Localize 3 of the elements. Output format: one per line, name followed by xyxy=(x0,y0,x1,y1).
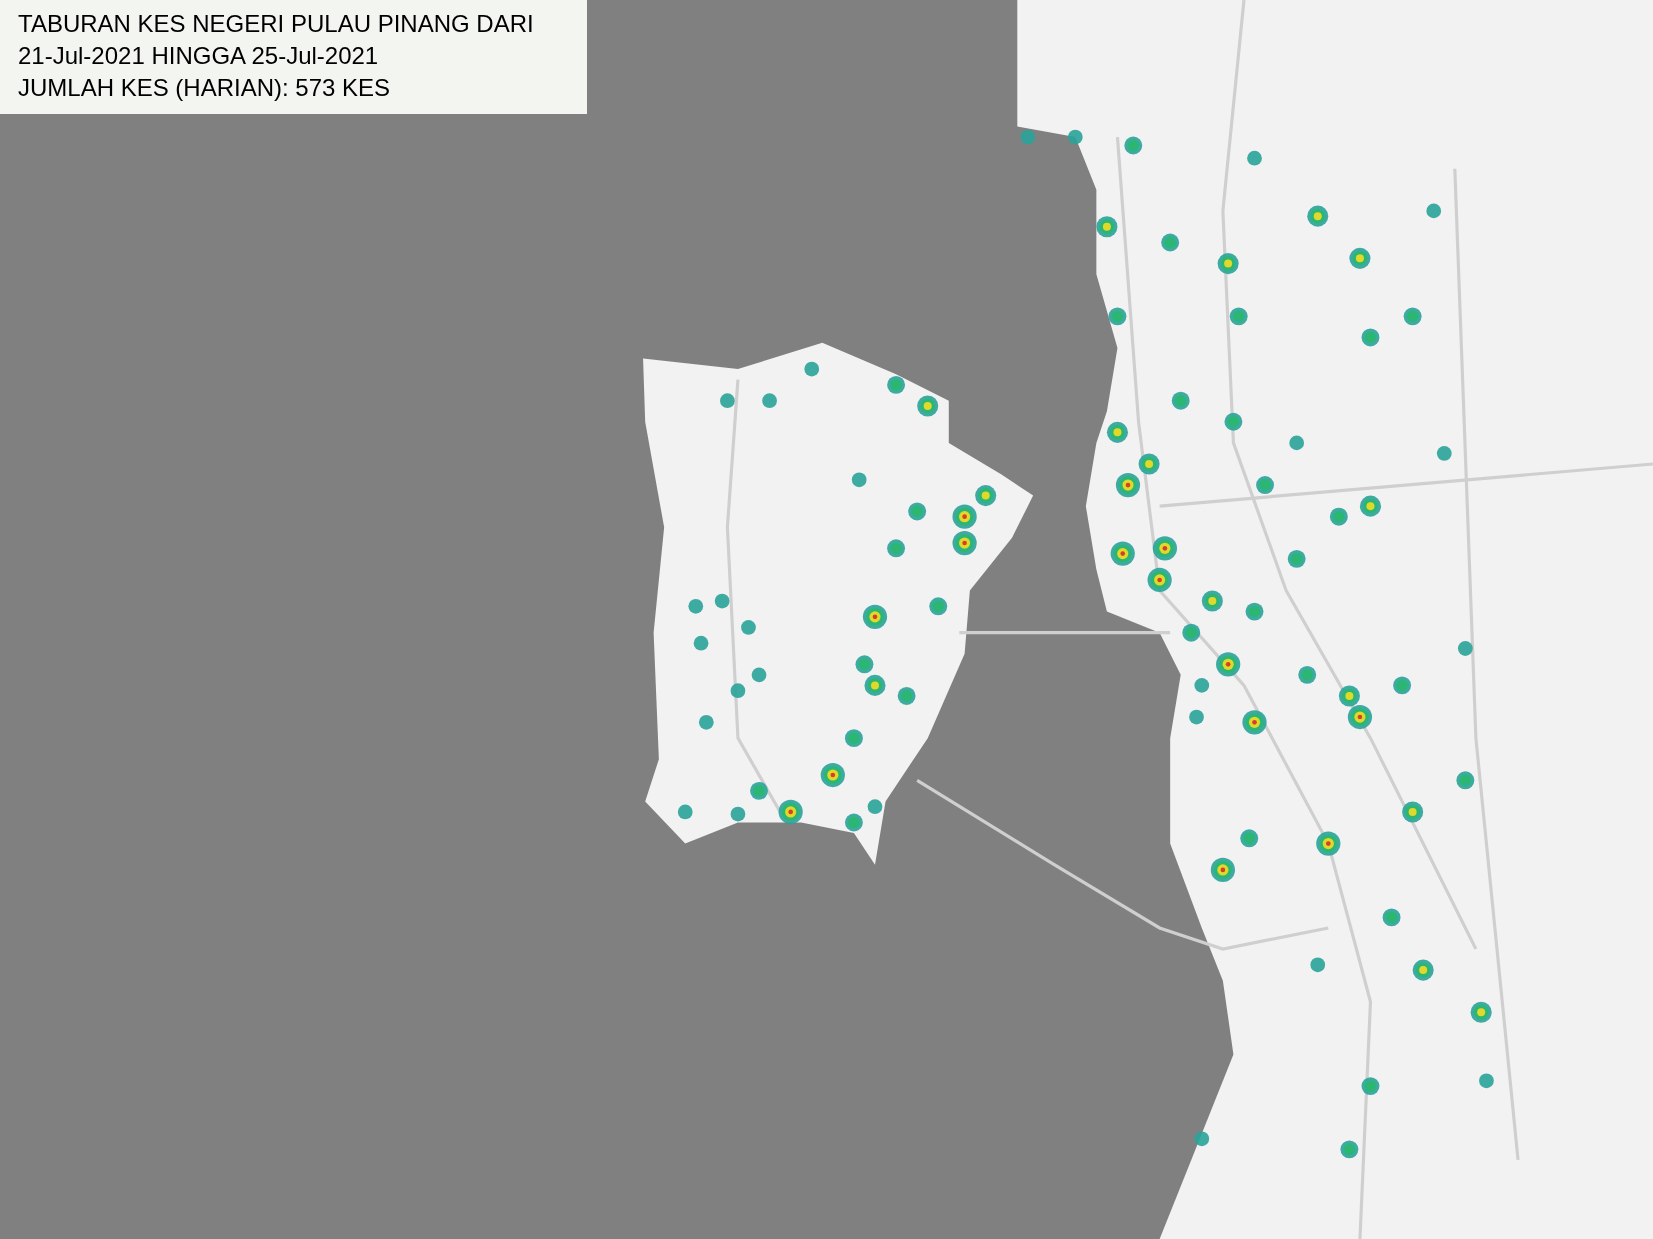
map-title-line: JUMLAH KES (HARIAN): 573 KES xyxy=(18,73,392,103)
map-title-line: 21-Jul-2021 HINGGA 25-Jul-2021 xyxy=(18,41,380,71)
map-title-line: TABURAN KES NEGERI PULAU PINANG DARI xyxy=(18,9,535,39)
